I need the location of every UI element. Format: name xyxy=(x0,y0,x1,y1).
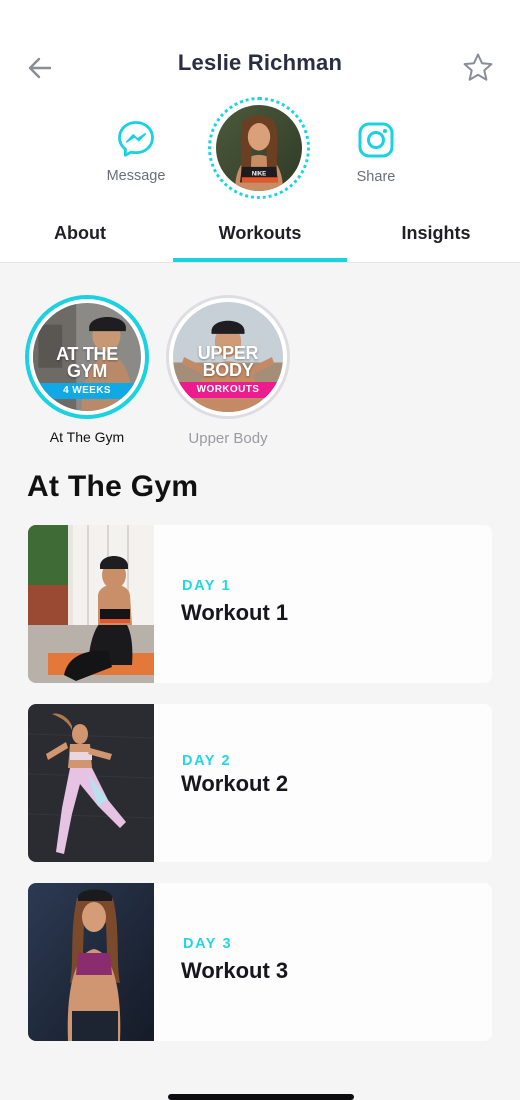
workout-thumbnail xyxy=(28,525,154,683)
program-badge: 4 WEEKS xyxy=(33,383,141,399)
profile-tabs: About Workouts Insights xyxy=(0,216,520,263)
share-label: Share xyxy=(356,169,396,185)
program-cover-ring: UPPER BODY WORKOUTS xyxy=(166,295,290,419)
program-cover-title-line2: BODY xyxy=(202,360,254,380)
program-cover-ring: AT THE GYM 4 WEEKS xyxy=(25,295,149,419)
svg-text:NIKE: NIKE xyxy=(252,172,266,178)
avatar-photo: NIKE xyxy=(216,105,302,191)
workout-day: DAY 1 xyxy=(182,578,232,594)
program-cover-title-line2: GYM xyxy=(66,361,108,381)
program-cover-title: UPPER BODY xyxy=(173,344,283,380)
program-label: Upper Body xyxy=(188,430,268,447)
workout-name: Workout 3 xyxy=(181,958,289,983)
share-button[interactable]: Share xyxy=(321,120,431,185)
workout-day: DAY 2 xyxy=(182,753,232,769)
program-badge: WORKOUTS xyxy=(173,382,283,398)
program-at-the-gym[interactable]: AT THE GYM 4 WEEKS At The Gym xyxy=(25,295,149,445)
section-title: At The Gym xyxy=(27,470,199,503)
instagram-icon xyxy=(358,122,394,158)
message-label: Message xyxy=(106,168,166,184)
workout-card[interactable]: DAY 1 Workout 1 xyxy=(28,525,492,683)
workout-thumbnail xyxy=(28,704,154,862)
workout-thumbnail xyxy=(28,883,154,1041)
workout-card[interactable]: DAY 2 Workout 2 xyxy=(28,704,492,862)
workout-day: DAY 3 xyxy=(183,936,233,952)
profile-header: Leslie Richman Message NIKE Share About … xyxy=(0,0,520,263)
tab-workouts[interactable]: Workouts xyxy=(173,216,347,263)
program-label: At The Gym xyxy=(49,429,125,445)
active-tab-indicator xyxy=(173,258,347,262)
avatar[interactable]: NIKE xyxy=(208,97,310,199)
workout-card[interactable]: DAY 3 Workout 3 xyxy=(28,883,492,1041)
profile-name: Leslie Richman xyxy=(177,50,343,75)
program-cover-title: AT THE GYM xyxy=(33,345,141,381)
star-icon[interactable] xyxy=(461,51,495,85)
message-button[interactable]: Message xyxy=(81,119,191,184)
home-indicator[interactable] xyxy=(168,1094,354,1100)
tab-insights[interactable]: Insights xyxy=(360,216,512,263)
tab-about[interactable]: About xyxy=(0,216,160,263)
workout-name: Workout 2 xyxy=(181,771,289,796)
program-upper-body[interactable]: UPPER BODY WORKOUTS Upper Body xyxy=(166,295,290,447)
messenger-icon xyxy=(118,121,154,157)
workout-name: Workout 1 xyxy=(181,600,289,625)
